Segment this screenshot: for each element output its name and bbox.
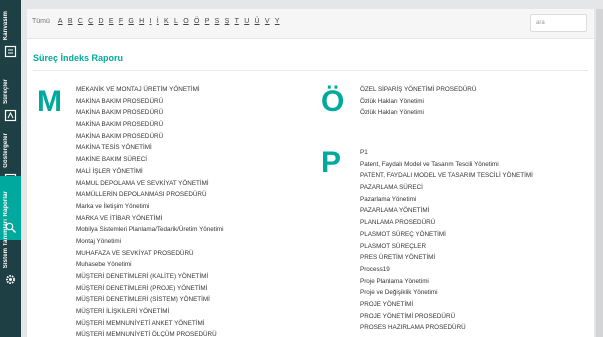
filter-letter-link[interactable]: Ö [194,18,199,25]
filter-letter-link[interactable]: G [128,18,133,25]
process-link[interactable]: Muhasebe Yönetimi [76,259,224,271]
filter-bar: Tümü ABCÇDEFGHIİKLOÖPSŞTUÜVY [27,9,594,39]
nav-label: Süreçler [3,79,9,104]
group-letter-m: M [37,85,62,118]
nav-label: Göstergeler [3,133,9,168]
process-link[interactable]: Özlük Hakları Yönetimi [360,96,476,108]
filter-letter-link[interactable]: E [109,18,114,25]
filter-letter-link[interactable]: P [205,18,210,25]
gear-icon [6,275,15,284]
process-link[interactable]: MAKİNE BAKIM SÜRECİ [76,154,224,166]
nav-item-sistem-tanimlari[interactable]: Sistem Tanımları [0,219,21,292]
filter-letter-link[interactable]: Ş [225,18,230,25]
group-letter-p: P [321,146,342,179]
report-card: Tümü ABCÇDEFGHIİKLOÖPSŞTUÜVY Süreç İndek… [27,9,594,337]
nav-label: Raporlar [3,190,9,216]
filter-letter-link[interactable]: B [68,18,73,25]
filter-letter-link[interactable]: O [183,18,188,25]
page-title: Süreç İndeks Raporu [33,53,124,63]
process-link[interactable]: PATENT, FAYDALI MODEL VE TASARIM TESCİLİ… [360,170,533,182]
filter-letter-link[interactable]: D [99,18,104,25]
process-link[interactable]: MAKİNA BAKIM PROSEDÜRÜ [76,131,224,143]
process-link[interactable]: MÜŞTERİ MEMNUNİYETİ ANKET YÖNETİMİ [76,318,224,330]
filter-letter-link[interactable]: V [265,18,270,25]
process-link[interactable]: PAZARLAMA SÜRECİ [360,182,533,194]
filter-letter-link[interactable]: İ [157,18,159,25]
process-link[interactable]: PLANLAMA PROSEDÜRÜ [360,217,533,229]
process-link[interactable]: PRES ÜRETİM YÖNETİMİ [360,252,533,264]
search-input[interactable] [530,14,587,32]
filter-letter-link[interactable]: F [119,18,123,25]
filter-letter-link[interactable]: U [244,18,249,25]
process-link[interactable]: PAZARLAMA YÖNETİMİ [360,205,533,217]
letter-filter: Tümü ABCÇDEFGHIİKLOÖPSŞTUÜVY [32,18,285,25]
filter-letter-link[interactable]: H [139,18,144,25]
process-link[interactable]: Montaj Yönetimi [76,236,224,248]
process-link[interactable]: MÜŞTERİ İLİŞKİLERİ YÖNETİMİ [76,306,224,318]
book-icon [4,45,17,58]
process-link[interactable]: MAKİNA BAKIM PROSEDÜRÜ [76,107,224,119]
process-link[interactable]: ÖZEL SİPARİŞ YÖNETİMİ PROSEDÜRÜ [360,84,476,96]
filter-letter-link[interactable]: K [164,18,169,25]
filter-letter-link[interactable]: I [150,18,152,25]
process-list-o: ÖZEL SİPARİŞ YÖNETİMİ PROSEDÜRÜ Özlük Hak… [360,84,476,119]
process-link[interactable]: MÜŞTERİ MEMNUNİYETİ ÖLÇÜM PROSEDÜRÜ [76,329,224,337]
filter-letter-link[interactable]: Y [275,18,280,25]
process-link[interactable]: Mobilya Sistemleri Planlama/Tedarik/Üret… [76,224,224,236]
process-link[interactable]: Proje Planlama Yönetimi [360,276,533,288]
process-link[interactable]: MARKA VE İTİBAR YÖNETİMİ [76,213,224,225]
process-list-p: P1 Patent, Faydalı Model ve Tasarım Tesci… [360,147,533,334]
filter-all-link[interactable]: Tümü [32,18,50,25]
process-link[interactable]: Patent, Faydalı Model ve Tasarım Tescili… [360,159,533,171]
process-link[interactable]: MALİ İŞLER YÖNETİMİ [76,166,224,178]
process-list-m: MEKANİK VE MONTAJ ÜRETİM YÖNETİMİ MAKİNA … [76,84,224,337]
process-link[interactable]: Marka ve İletişim Yönetimi [76,201,224,213]
process-link[interactable]: Process19 [360,264,533,276]
divider [33,70,588,71]
process-link[interactable]: MÜŞTERİ DENETİMLERİ (KALİTE) YÖNETİMİ [76,271,224,283]
process-link[interactable]: P1 [360,147,533,159]
filter-letter-link[interactable]: T [235,18,239,25]
process-link[interactable]: PLASMOT SÜREÇLER [360,241,533,253]
process-link[interactable]: MÜŞTERİ DENETİMLERİ (PROJE) YÖNETİMİ [76,283,224,295]
filter-letter-link[interactable]: A [58,18,63,25]
process-link[interactable]: PROSES HAZIRLAMA PROSEDÜRÜ [360,322,533,334]
filter-letter-link[interactable]: Ç [88,18,93,25]
process-link[interactable]: PROJE YÖNETİMİ [360,299,533,311]
process-link[interactable]: MAKİNA BAKIM PROSEDÜRÜ [76,96,224,108]
process-link[interactable]: MAMÜLLERİN DEPOLANMASI PROSEDÜRÜ [76,189,224,201]
nav-item-surecler[interactable]: Süreçler [0,64,21,128]
process-link[interactable]: MAMUL DEPOLAMA VE SEVKİYAT YÖNETİMİ [76,178,224,190]
process-link[interactable]: PLASMOT SÜREÇ YÖNETİMİ [360,229,533,241]
process-link[interactable]: MEKANİK VE MONTAJ ÜRETİM YÖNETİMİ [76,84,224,96]
nav-item-kanvasim[interactable]: Kanvasim [0,0,21,64]
page-scrollbar[interactable] [596,9,603,337]
process-link[interactable]: Proje ve Değişiklik Yönetimi [360,287,533,299]
process-link[interactable]: MÜŞTERİ DENETİMLERİ (SİSTEM) YÖNETİMİ [76,294,224,306]
process-link[interactable]: MAKİNA BAKIM PROSEDÜRÜ [76,119,224,131]
sidebar-nav: Kanvasim Süreçler Göstergeler Raporlar S… [0,0,21,337]
process-link[interactable]: MUHAFAZA VE SEVKİYAT PROSEDÜRÜ [76,248,224,260]
process-icon [4,109,17,122]
filter-letter-link[interactable]: C [78,18,83,25]
process-link[interactable]: MAKİNA TESİS YÖNETİMİ [76,142,224,154]
nav-label: Sistem Tanımları [3,218,9,268]
nav-label: Kanvasim [3,10,9,40]
filter-letter-link[interactable]: L [174,18,178,25]
filter-letter-link[interactable]: Ü [255,18,260,25]
filter-letter-link[interactable]: S [215,18,220,25]
process-link[interactable]: Pazarlama Yönetimi [360,194,533,206]
group-letter-o: Ö [321,85,345,118]
process-link[interactable]: PROJE YÖNETİMİ PROSEDÜRÜ [360,311,533,323]
process-link[interactable]: Özlük Hakları Yönetimi [360,107,476,119]
